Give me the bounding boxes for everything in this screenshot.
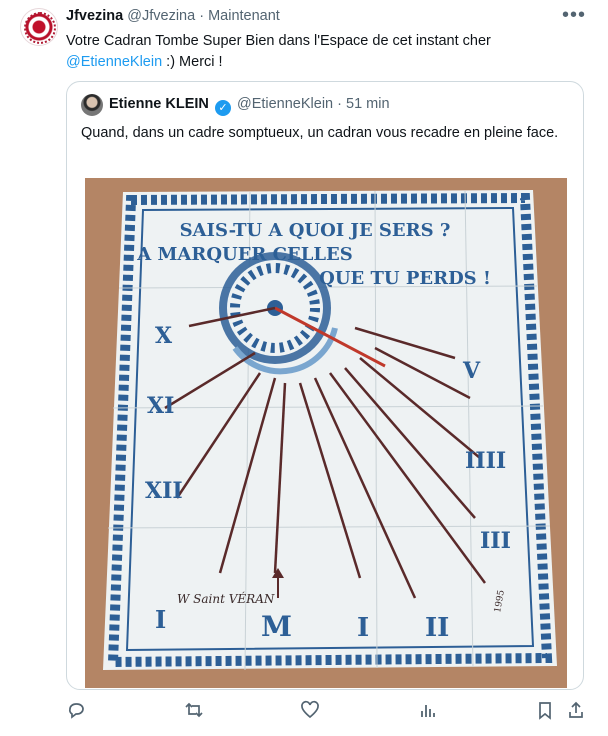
separator: ·: [199, 8, 205, 24]
views-icon[interactable]: [418, 700, 438, 720]
tweet-text: Votre Cadran Tombe Super Bien dans l'Esp…: [66, 31, 586, 73]
quote-handle[interactable]: @EtienneKlein: [237, 96, 333, 112]
numeral-x: X: [155, 323, 173, 349]
quote-header: Etienne KLEIN ✓ @EtienneKlein · 51 min: [109, 96, 390, 116]
retweet-icon[interactable]: [184, 700, 204, 720]
tweet-card[interactable]: Jfvezina @Jfvezina · Maintenant ••• Votr…: [0, 0, 608, 736]
quote-separator: ·: [337, 96, 342, 112]
sign-label: W Saint VÉRAN: [177, 591, 275, 606]
numeral-iii: III: [480, 528, 511, 554]
numeral-ii: II: [425, 613, 449, 643]
like-icon[interactable]: [300, 700, 320, 720]
numeral-xii: XII: [145, 478, 183, 504]
timestamp[interactable]: Maintenant: [208, 8, 280, 24]
quote-display-name[interactable]: Etienne KLEIN: [109, 96, 209, 112]
display-name[interactable]: Jfvezina: [66, 8, 123, 24]
numeral-i-2: I: [357, 613, 369, 643]
tweet-text-line1: Votre Cadran Tombe Super Bien dans l'Esp…: [66, 33, 491, 49]
sundial-photo[interactable]: SAIS-TU A QUOI JE SERS ? A MARQUER CELLE…: [85, 178, 567, 688]
bookmark-icon[interactable]: [535, 700, 555, 720]
numeral-v: V: [462, 358, 481, 384]
handle[interactable]: @Jfvezina: [127, 8, 195, 24]
quote-timestamp[interactable]: 51 min: [346, 96, 390, 112]
numeral-m: M: [261, 610, 292, 643]
numeral-xi: XI: [147, 393, 174, 419]
numeral-i: I: [155, 605, 166, 634]
tweet-header: Jfvezina @Jfvezina · Maintenant: [66, 8, 280, 24]
reply-icon[interactable]: [66, 700, 86, 720]
action-bar: [0, 700, 608, 724]
motto-line3: QUE TU PERDS !: [319, 268, 491, 289]
avatar[interactable]: [20, 8, 58, 46]
mention-link[interactable]: @EtienneKlein: [66, 54, 162, 70]
share-icon[interactable]: [566, 700, 586, 720]
tweet-text-line2: :) Merci !: [162, 54, 223, 70]
verified-badge-icon: ✓: [214, 100, 231, 116]
quote-text: Quand, dans un cadre somptueux, un cadra…: [81, 125, 559, 141]
quoted-tweet[interactable]: Etienne KLEIN ✓ @EtienneKlein · 51 min Q…: [66, 81, 584, 690]
more-options-icon[interactable]: •••: [562, 4, 586, 27]
numeral-iiii: IIII: [465, 448, 506, 474]
quote-avatar[interactable]: [81, 94, 103, 116]
motto-line1: SAIS-TU A QUOI JE SERS ?: [180, 220, 451, 241]
